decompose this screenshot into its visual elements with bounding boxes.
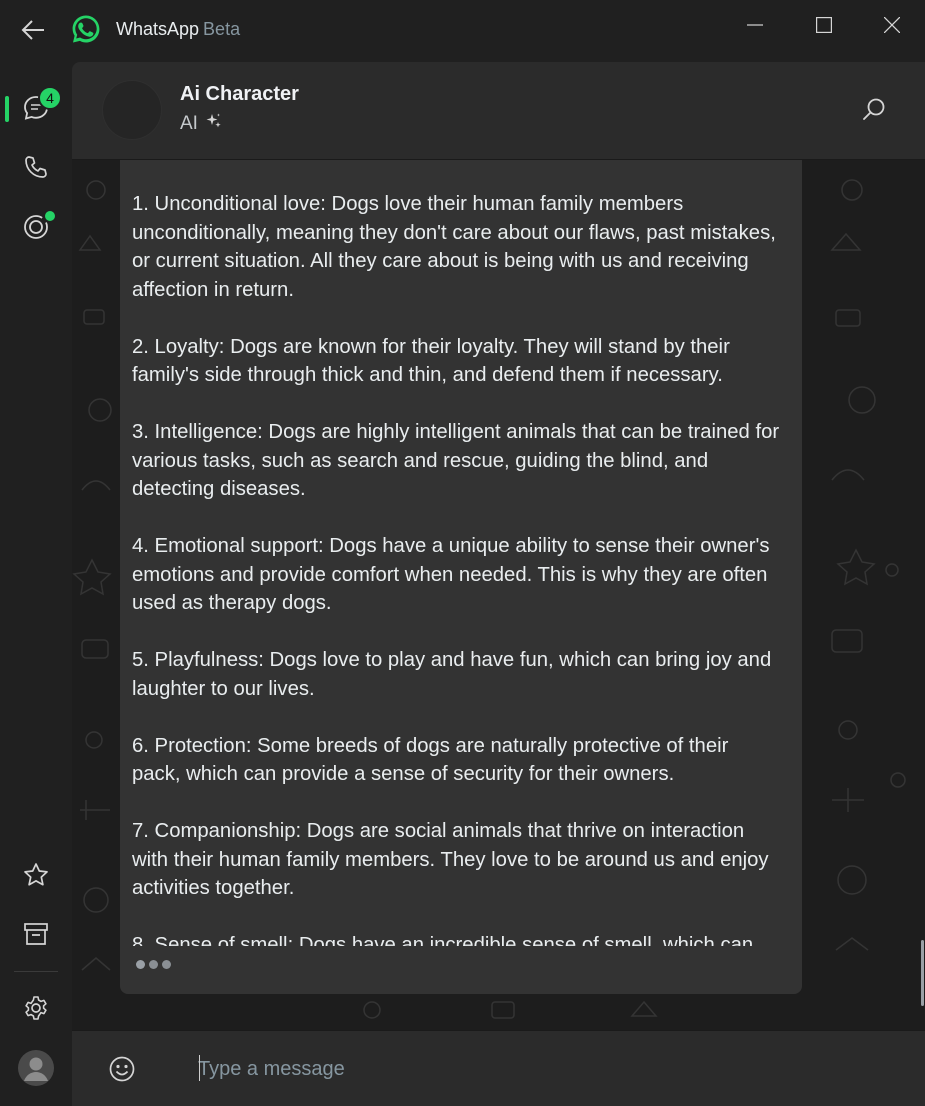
close-window-button[interactable] — [858, 0, 925, 50]
status-nav-button[interactable] — [0, 203, 72, 255]
chats-nav-button[interactable] — [0, 84, 72, 136]
message-text: 1. Unconditional love: Dogs love their h… — [132, 190, 782, 946]
contact-avatar[interactable] — [102, 80, 162, 140]
archive-icon — [22, 920, 50, 952]
message-paragraph: 6. Protection: Some breeds of dogs are n… — [132, 734, 729, 786]
star-icon — [22, 861, 50, 893]
ai-sparkle-icon — [204, 112, 222, 136]
message-list[interactable]: 1. Unconditional love: Dogs love their h… — [72, 160, 925, 1030]
message-paragraph: 3. Intelligence: Dogs are highly intelli… — [132, 421, 780, 500]
app-beta-tag: Beta — [203, 19, 241, 39]
typing-dot — [136, 960, 145, 969]
app-title: WhatsApp Beta — [116, 19, 240, 40]
rail-divider — [14, 971, 58, 972]
message-paragraph: 2. Loyalty: Dogs are known for their loy… — [132, 335, 730, 387]
maximize-button[interactable] — [790, 0, 858, 50]
emoji-icon — [108, 1056, 136, 1087]
phone-icon — [23, 154, 49, 184]
new-status-dot — [45, 211, 55, 221]
search-chat-button[interactable] — [860, 96, 888, 124]
text-cursor — [199, 1055, 200, 1081]
whatsapp-logo-icon — [70, 13, 102, 45]
left-navigation-rail: 4 — [0, 62, 72, 1106]
message-paragraph: 5. Playfulness: Dogs love to play and ha… — [132, 649, 772, 700]
app-name: WhatsApp — [116, 19, 200, 39]
emoji-button[interactable] — [108, 1055, 136, 1083]
search-icon — [860, 98, 888, 128]
chat-header[interactable]: Ai Character AI — [72, 62, 925, 160]
incoming-message-bubble[interactable]: 1. Unconditional love: Dogs love their h… — [120, 160, 802, 994]
profile-avatar-icon — [18, 1050, 54, 1090]
back-arrow-icon[interactable] — [20, 18, 46, 42]
typing-dot — [162, 960, 171, 969]
chat-scrollbar[interactable] — [921, 940, 924, 1006]
compose-bar — [72, 1030, 925, 1106]
contact-name: Ai Character — [180, 83, 299, 105]
unread-chats-badge: 4 — [38, 86, 62, 110]
contact-subtitle-text: AI — [180, 113, 198, 134]
profile-nav-button[interactable] — [0, 1044, 72, 1096]
typing-dot — [149, 960, 158, 969]
contact-subtitle: AI — [180, 112, 222, 136]
title-bar: WhatsApp Beta — [0, 0, 925, 62]
starred-nav-button[interactable] — [0, 851, 72, 903]
active-indicator — [5, 96, 9, 122]
typing-indicator — [136, 960, 171, 969]
message-paragraph: 7. Companionship: Dogs are social animal… — [132, 820, 769, 899]
message-paragraph: 1. Unconditional love: Dogs love their h… — [132, 193, 776, 301]
message-paragraph: 8. Sense of smell: Dogs have an incredib… — [132, 934, 754, 946]
settings-nav-button[interactable] — [0, 984, 72, 1036]
message-input[interactable] — [198, 1049, 888, 1089]
archived-nav-button[interactable] — [0, 910, 72, 962]
calls-nav-button[interactable] — [0, 143, 72, 195]
gear-icon — [22, 994, 50, 1026]
message-paragraph: 4. Emotional support: Dogs have a unique… — [132, 535, 770, 614]
minimize-button[interactable] — [721, 0, 789, 50]
